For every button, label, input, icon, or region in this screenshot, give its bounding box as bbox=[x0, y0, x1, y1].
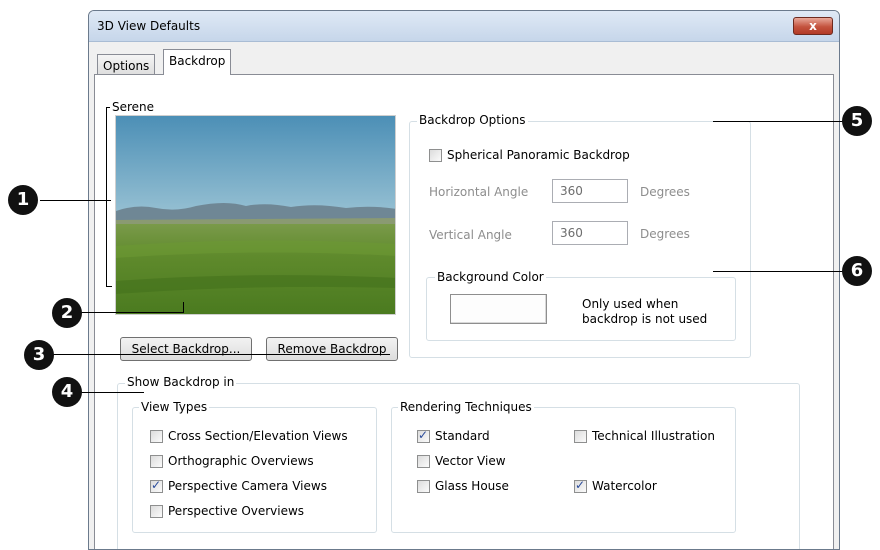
spherical-checkbox[interactable] bbox=[429, 149, 442, 162]
dialog-window: 3D View Defaults x Options Backdrop Sere… bbox=[88, 10, 840, 550]
horizontal-angle-label: Horizontal Angle bbox=[429, 185, 529, 199]
callout-1: 1 bbox=[8, 185, 38, 215]
cross-section-label: Cross Section/Elevation Views bbox=[168, 429, 348, 443]
callout-3: 3 bbox=[24, 340, 54, 370]
callout-2: 2 bbox=[52, 298, 82, 328]
vertical-angle-input[interactable]: 360 bbox=[552, 221, 628, 245]
close-button[interactable]: x bbox=[793, 17, 833, 35]
callout-4-line bbox=[80, 392, 144, 393]
technical-illustration-checkbox[interactable] bbox=[574, 430, 587, 443]
orthographic-checkbox[interactable] bbox=[150, 455, 163, 468]
backdrop-bracket-top bbox=[106, 107, 110, 108]
standard-checkbox[interactable] bbox=[417, 428, 430, 443]
glass-house-label: Glass House bbox=[435, 479, 509, 493]
perspective-camera-label: Perspective Camera Views bbox=[168, 479, 327, 493]
window-title: 3D View Defaults bbox=[97, 19, 201, 33]
callout-3-line bbox=[50, 354, 390, 355]
backdrop-bracket-bottom bbox=[106, 286, 112, 287]
standard-label: Standard bbox=[435, 429, 490, 443]
view-types-label: View Types bbox=[139, 400, 210, 414]
callout-6-line bbox=[713, 271, 843, 272]
callout-6: 6 bbox=[842, 256, 872, 286]
spherical-label: Spherical Panoramic Backdrop bbox=[447, 148, 630, 162]
select-backdrop-button[interactable]: Select Backdrop... bbox=[120, 337, 252, 361]
callout-5-line bbox=[713, 121, 843, 122]
show-backdrop-label: Show Backdrop in bbox=[125, 375, 237, 389]
callout-2-line bbox=[80, 312, 184, 313]
backdrop-bracket bbox=[106, 107, 107, 287]
technical-illustration-label: Technical Illustration bbox=[592, 429, 715, 443]
perspective-camera-checkbox[interactable] bbox=[150, 478, 163, 493]
tab-options-label: Options bbox=[103, 59, 150, 73]
background-color-note-2: backdrop is not used bbox=[582, 312, 708, 326]
background-color-note-1: Only used when bbox=[582, 297, 679, 311]
horizontal-unit: Degrees bbox=[640, 185, 690, 199]
close-icon: x bbox=[809, 19, 817, 33]
vertical-unit: Degrees bbox=[640, 227, 690, 241]
perspective-overviews-checkbox[interactable] bbox=[150, 505, 163, 518]
title-bar[interactable]: 3D View Defaults x bbox=[89, 11, 839, 42]
background-color-swatch[interactable] bbox=[450, 294, 547, 324]
callout-4: 4 bbox=[52, 377, 82, 407]
horizontal-angle-input[interactable]: 360 bbox=[552, 179, 628, 203]
tab-panel: Serene Select Backdrop... Remove Backdro… bbox=[94, 74, 834, 549]
tab-backdrop-label: Backdrop bbox=[169, 54, 226, 68]
vertical-angle-label: Vertical Angle bbox=[429, 228, 512, 242]
vector-view-label: Vector View bbox=[435, 454, 506, 468]
perspective-overviews-label: Perspective Overviews bbox=[168, 504, 305, 518]
glass-house-checkbox[interactable] bbox=[417, 480, 430, 493]
rendering-group bbox=[391, 407, 736, 533]
rendering-label: Rendering Techniques bbox=[398, 400, 534, 414]
cross-section-checkbox[interactable] bbox=[150, 430, 163, 443]
watercolor-checkbox[interactable] bbox=[574, 478, 587, 493]
callout-2-line-up bbox=[183, 302, 184, 313]
tab-options[interactable]: Options bbox=[97, 54, 156, 76]
backdrop-name: Serene bbox=[112, 100, 155, 114]
orthographic-label: Orthographic Overviews bbox=[168, 454, 314, 468]
backdrop-options-label: Backdrop Options bbox=[417, 113, 528, 127]
callout-1-line bbox=[40, 200, 111, 201]
remove-backdrop-button[interactable]: Remove Backdrop bbox=[266, 337, 398, 361]
tab-backdrop[interactable]: Backdrop bbox=[163, 49, 232, 75]
watercolor-label: Watercolor bbox=[592, 479, 657, 493]
vector-view-checkbox[interactable] bbox=[417, 455, 430, 468]
landscape-image bbox=[116, 116, 395, 314]
backdrop-preview bbox=[115, 115, 396, 315]
callout-5: 5 bbox=[842, 106, 872, 136]
background-color-label: Background Color bbox=[435, 270, 546, 284]
